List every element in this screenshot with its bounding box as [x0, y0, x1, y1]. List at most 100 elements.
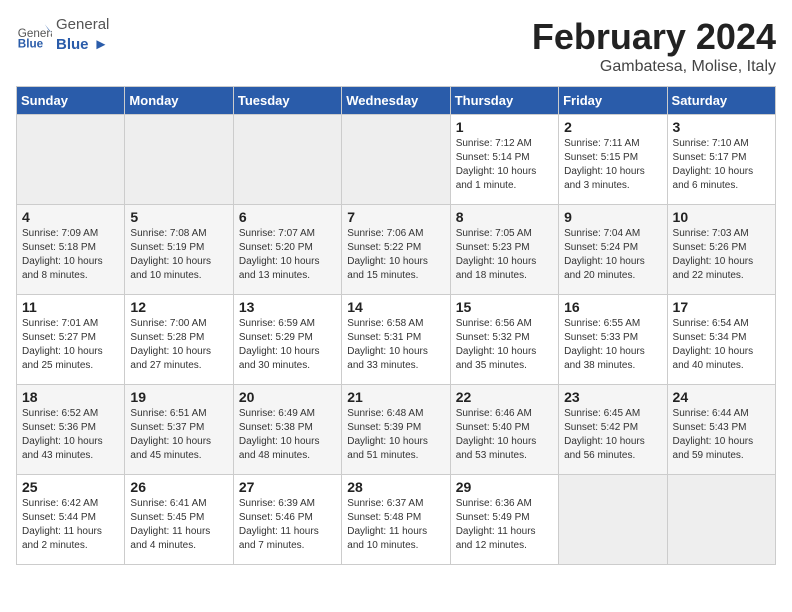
day-info: Sunrise: 6:37 AM Sunset: 5:48 PM Dayligh… — [347, 497, 444, 553]
calendar-cell — [559, 475, 667, 565]
calendar-cell — [667, 475, 775, 565]
day-info: Sunrise: 6:51 AM Sunset: 5:37 PM Dayligh… — [130, 407, 227, 463]
day-info: Sunrise: 7:06 AM Sunset: 5:22 PM Dayligh… — [347, 227, 444, 283]
calendar-cell: 28 Sunrise: 6:37 AM Sunset: 5:48 PM Dayli… — [342, 475, 450, 565]
day-number: 23 — [564, 389, 661, 405]
day-info: Sunrise: 6:48 AM Sunset: 5:39 PM Dayligh… — [347, 407, 444, 463]
calendar-cell: 1Sunrise: 7:12 AM Sunset: 5:14 PM Daylig… — [450, 115, 558, 205]
day-info: Sunrise: 6:41 AM Sunset: 5:45 PM Dayligh… — [130, 497, 227, 553]
day-number: 27 — [239, 479, 336, 495]
day-info: Sunrise: 7:07 AM Sunset: 5:20 PM Dayligh… — [239, 227, 336, 283]
weekday-header-thursday: Thursday — [450, 87, 558, 115]
calendar-cell: 15 Sunrise: 6:56 AM Sunset: 5:32 PM Dayli… — [450, 295, 558, 385]
day-number: 14 — [347, 299, 444, 315]
calendar-cell: 25Sunrise: 6:42 AM Sunset: 5:44 PM Dayli… — [17, 475, 125, 565]
weekday-header-monday: Monday — [125, 87, 233, 115]
day-number: 22 — [456, 389, 553, 405]
calendar-cell: 17 Sunrise: 6:54 AM Sunset: 5:34 PM Dayli… — [667, 295, 775, 385]
day-info: Sunrise: 7:03 AM Sunset: 5:26 PM Dayligh… — [673, 227, 770, 283]
day-info: Sunrise: 6:46 AM Sunset: 5:40 PM Dayligh… — [456, 407, 553, 463]
day-number: 15 — [456, 299, 553, 315]
day-number: 19 — [130, 389, 227, 405]
day-number: 6 — [239, 209, 336, 225]
calendar-week-4: 18 Sunrise: 6:52 AM Sunset: 5:36 PM Dayli… — [17, 385, 776, 475]
day-number: 29 — [456, 479, 553, 495]
weekday-header-saturday: Saturday — [667, 87, 775, 115]
day-info: Sunrise: 6:42 AM Sunset: 5:44 PM Dayligh… — [22, 497, 119, 553]
day-info: Sunrise: 6:58 AM Sunset: 5:31 PM Dayligh… — [347, 317, 444, 373]
calendar-cell: 5Sunrise: 7:08 AM Sunset: 5:19 PM Daylig… — [125, 205, 233, 295]
day-info: Sunrise: 6:52 AM Sunset: 5:36 PM Dayligh… — [22, 407, 119, 463]
day-number: 3 — [673, 119, 770, 135]
calendar-cell — [233, 115, 341, 205]
calendar-cell: 22 Sunrise: 6:46 AM Sunset: 5:40 PM Dayli… — [450, 385, 558, 475]
day-info: Sunrise: 7:12 AM Sunset: 5:14 PM Dayligh… — [456, 137, 553, 193]
calendar-cell: 3 Sunrise: 7:10 AM Sunset: 5:17 PM Daylig… — [667, 115, 775, 205]
calendar-cell: 2 Sunrise: 7:11 AM Sunset: 5:15 PM Daylig… — [559, 115, 667, 205]
day-info: Sunrise: 6:39 AM Sunset: 5:46 PM Dayligh… — [239, 497, 336, 553]
logo-blue-text: Blue — [56, 36, 89, 53]
day-number: 28 — [347, 479, 444, 495]
day-number: 18 — [22, 389, 119, 405]
day-number: 8 — [456, 209, 553, 225]
day-info: Sunrise: 6:49 AM Sunset: 5:38 PM Dayligh… — [239, 407, 336, 463]
weekday-header-sunday: Sunday — [17, 87, 125, 115]
day-number: 21 — [347, 389, 444, 405]
day-number: 10 — [673, 209, 770, 225]
day-number: 9 — [564, 209, 661, 225]
day-info: Sunrise: 6:36 AM Sunset: 5:49 PM Dayligh… — [456, 497, 553, 553]
weekday-header-row: SundayMondayTuesdayWednesdayThursdayFrid… — [17, 87, 776, 115]
month-title: February 2024 — [532, 16, 776, 58]
calendar-cell: 16Sunrise: 6:55 AM Sunset: 5:33 PM Dayli… — [559, 295, 667, 385]
calendar-cell — [125, 115, 233, 205]
day-number: 2 — [564, 119, 661, 135]
calendar-cell: 24Sunrise: 6:44 AM Sunset: 5:43 PM Dayli… — [667, 385, 775, 475]
calendar-cell: 19 Sunrise: 6:51 AM Sunset: 5:37 PM Dayli… — [125, 385, 233, 475]
weekday-header-tuesday: Tuesday — [233, 87, 341, 115]
svg-text:Blue: Blue — [18, 38, 44, 51]
day-number: 13 — [239, 299, 336, 315]
calendar-table: SundayMondayTuesdayWednesdayThursdayFrid… — [16, 86, 776, 565]
day-info: Sunrise: 7:05 AM Sunset: 5:23 PM Dayligh… — [456, 227, 553, 283]
day-info: Sunrise: 6:56 AM Sunset: 5:32 PM Dayligh… — [456, 317, 553, 373]
calendar-cell: 18 Sunrise: 6:52 AM Sunset: 5:36 PM Dayli… — [17, 385, 125, 475]
calendar-cell: 10 Sunrise: 7:03 AM Sunset: 5:26 PM Dayli… — [667, 205, 775, 295]
day-number: 12 — [130, 299, 227, 315]
day-info: Sunrise: 6:44 AM Sunset: 5:43 PM Dayligh… — [673, 407, 770, 463]
day-info: Sunrise: 6:59 AM Sunset: 5:29 PM Dayligh… — [239, 317, 336, 373]
calendar-cell: 13 Sunrise: 6:59 AM Sunset: 5:29 PM Dayli… — [233, 295, 341, 385]
calendar-cell: 7 Sunrise: 7:06 AM Sunset: 5:22 PM Daylig… — [342, 205, 450, 295]
calendar-cell: 20Sunrise: 6:49 AM Sunset: 5:38 PM Dayli… — [233, 385, 341, 475]
calendar-cell — [342, 115, 450, 205]
page-header: General Blue General Blue ► February 202… — [16, 16, 776, 76]
calendar-week-1: 1Sunrise: 7:12 AM Sunset: 5:14 PM Daylig… — [17, 115, 776, 205]
day-number: 17 — [673, 299, 770, 315]
day-number: 4 — [22, 209, 119, 225]
calendar-week-2: 4Sunrise: 7:09 AM Sunset: 5:18 PM Daylig… — [17, 205, 776, 295]
weekday-header-friday: Friday — [559, 87, 667, 115]
calendar-cell: 21 Sunrise: 6:48 AM Sunset: 5:39 PM Dayli… — [342, 385, 450, 475]
calendar-cell: 14 Sunrise: 6:58 AM Sunset: 5:31 PM Dayli… — [342, 295, 450, 385]
day-number: 5 — [130, 209, 227, 225]
day-info: Sunrise: 7:01 AM Sunset: 5:27 PM Dayligh… — [22, 317, 119, 373]
weekday-header-wednesday: Wednesday — [342, 87, 450, 115]
calendar-cell: 11 Sunrise: 7:01 AM Sunset: 5:27 PM Dayli… — [17, 295, 125, 385]
day-info: Sunrise: 6:55 AM Sunset: 5:33 PM Dayligh… — [564, 317, 661, 373]
calendar-week-3: 11 Sunrise: 7:01 AM Sunset: 5:27 PM Dayli… — [17, 295, 776, 385]
calendar-week-5: 25Sunrise: 6:42 AM Sunset: 5:44 PM Dayli… — [17, 475, 776, 565]
logo-icon: General Blue — [16, 17, 52, 53]
day-info: Sunrise: 7:00 AM Sunset: 5:28 PM Dayligh… — [130, 317, 227, 373]
day-number: 7 — [347, 209, 444, 225]
day-info: Sunrise: 7:04 AM Sunset: 5:24 PM Dayligh… — [564, 227, 661, 283]
calendar-cell: 27 Sunrise: 6:39 AM Sunset: 5:46 PM Dayli… — [233, 475, 341, 565]
calendar-cell — [17, 115, 125, 205]
logo: General Blue General Blue ► — [16, 16, 109, 54]
day-info: Sunrise: 6:54 AM Sunset: 5:34 PM Dayligh… — [673, 317, 770, 373]
logo-general-text: General — [56, 16, 109, 33]
day-number: 26 — [130, 479, 227, 495]
day-info: Sunrise: 7:11 AM Sunset: 5:15 PM Dayligh… — [564, 137, 661, 193]
calendar-cell: 29 Sunrise: 6:36 AM Sunset: 5:49 PM Dayli… — [450, 475, 558, 565]
day-info: Sunrise: 7:10 AM Sunset: 5:17 PM Dayligh… — [673, 137, 770, 193]
day-info: Sunrise: 6:45 AM Sunset: 5:42 PM Dayligh… — [564, 407, 661, 463]
day-number: 11 — [22, 299, 119, 315]
